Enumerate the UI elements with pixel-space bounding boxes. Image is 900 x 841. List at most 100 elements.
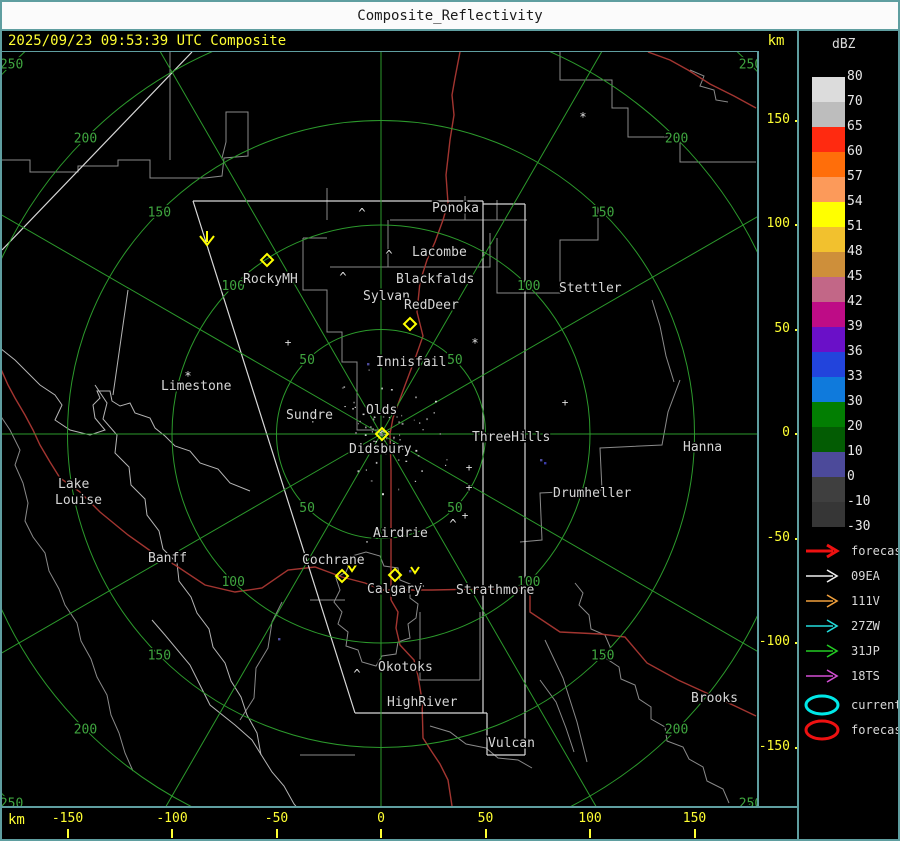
panel-divider: [797, 30, 799, 841]
ring-label-50: 50: [299, 501, 315, 516]
radar-site-diamond-icon: [402, 316, 418, 332]
county-boundaries: [2, 52, 756, 804]
city-label-sundre: Sundre: [286, 408, 333, 423]
legend-row-31JP-4: 31JP: [803, 639, 880, 663]
city-label-lacombe: Lacombe: [412, 245, 467, 260]
right-axis-label-100: 100: [766, 216, 790, 231]
ring-label-200: 200: [74, 131, 97, 146]
colorbar-box-39: [812, 327, 845, 352]
colorbar-box-0: [812, 477, 845, 502]
storm-arrow-icon: [199, 231, 215, 247]
radial-30deg: [380, 433, 757, 652]
town-marker: *: [579, 110, 586, 124]
bottom-axis-label--100: -100: [156, 811, 188, 826]
ring-label-150: 150: [591, 205, 614, 220]
right-axis-label--150: -150: [758, 738, 790, 754]
right-axis-label--100: -100: [758, 634, 790, 649]
colorbar-box-42: [812, 302, 845, 327]
colorbar-label-54: 54: [847, 194, 863, 209]
city-label-cochrane: Cochrane: [302, 553, 365, 568]
town-marker: +: [466, 481, 473, 494]
legend-row-forecast-7: forecast: [803, 718, 900, 742]
colorbar-box-30: [812, 402, 845, 427]
ring-label-50: 50: [447, 501, 463, 516]
town-marker: +: [285, 336, 292, 349]
legend-ellipse-icon: [804, 694, 840, 716]
window-border-top: [0, 0, 900, 2]
colorbar-label-39: 39: [847, 319, 863, 334]
colorbar-label-33: 33: [847, 369, 863, 384]
radar-map[interactable]: 50 50 50 50 100 100 100 100 150 150 150 150 200 200 20…: [2, 52, 757, 806]
legend-label: current: [851, 698, 900, 712]
legend-row-forecast-0: forecast: [803, 539, 900, 563]
colorbar-label-42: 42: [847, 294, 863, 309]
right-axis-label-0: 0: [782, 425, 790, 440]
legend-row-27ZW-3: 27ZW: [803, 614, 880, 638]
city-label-sylvan: Sylvan: [363, 289, 410, 304]
colorbar-box-54: [812, 202, 845, 227]
town-marker: ^: [449, 517, 456, 531]
city-label-rockymh: RockyMH: [243, 272, 298, 287]
legend-label: 18TS: [851, 669, 880, 683]
city-label-blackfalds: Blackfalds: [396, 272, 474, 287]
echo-dot: [409, 570, 412, 573]
colorbar-label-45: 45: [847, 269, 863, 284]
colorbar-box-48: [812, 252, 845, 277]
radial-240deg: [159, 52, 382, 435]
map-border-right: [757, 51, 759, 807]
bottom-axis-label-50: 50: [477, 811, 494, 826]
city-label-lake: Lake: [58, 477, 89, 492]
legend-label: forecast: [851, 544, 900, 558]
ring-label-50: 50: [447, 353, 463, 368]
colorbar-label-57: 57: [847, 169, 863, 184]
legend-label: 27ZW: [851, 619, 880, 633]
ring-label-50: 50: [299, 353, 315, 368]
right-axis-unit-label: km: [767, 33, 785, 49]
colorbar-box-20: [812, 427, 845, 452]
city-label-threehills: ThreeHills: [472, 430, 550, 445]
timestamp-label: 2025/09/23 09:53:39 UTC Composite: [8, 33, 287, 49]
colorbar-label--10: -10: [847, 494, 871, 509]
colorbar-label-30: 30: [847, 394, 863, 409]
colorbar-box-10: [812, 452, 845, 477]
city-label-calgary: Calgary: [367, 582, 422, 597]
bottom-axis-label-0: 0: [377, 811, 385, 826]
bottom-axis-label--150: -150: [51, 811, 84, 826]
city-label-strathmore: Strathmore: [456, 583, 534, 598]
bottom-axis-tick: [589, 829, 591, 838]
city-label-didsbury: Didsbury: [349, 442, 412, 457]
ring-label-150: 150: [148, 205, 171, 220]
title-bar: Composite_Reflectivity: [2, 2, 898, 29]
right-panel: dBZ 80 70 65 60 57 54 51 48 45 42 39 36 33 30 20 10 0 -10…: [799, 31, 900, 839]
colorbar-label-0: 0: [847, 469, 855, 484]
colorbar-label-10: 10: [847, 444, 863, 459]
colorbar-label-36: 36: [847, 344, 863, 359]
town-marker: +: [562, 396, 569, 409]
town-marker: ^: [339, 270, 346, 284]
colorbar-label-70: 70: [847, 94, 863, 109]
ring-label-100: 100: [221, 575, 244, 590]
ring-label-200: 200: [665, 131, 688, 146]
colorbar-label-51: 51: [847, 219, 863, 234]
bottom-axis-tick: [693, 829, 696, 838]
colorbar-label-bottom: -30: [847, 519, 871, 534]
colorbar-label-80: 80: [847, 69, 863, 84]
legend-arrow-icon: [806, 594, 839, 608]
legend-row-18TS-5: 18TS: [803, 664, 880, 688]
bottom-axis-label--50: -50: [264, 811, 289, 826]
legend-row-current-6: current: [803, 693, 900, 717]
legend-label: 111V: [851, 594, 880, 608]
city-label-brooks: Brooks: [691, 691, 738, 706]
city-label-okotoks: Okotoks: [378, 660, 433, 675]
legend-arrow-icon: [806, 644, 839, 658]
range-ring-200km: [2, 52, 757, 806]
city-label-olds: Olds: [366, 403, 397, 418]
right-axis-label--50: -50: [766, 529, 790, 545]
city-label-innisfail: Innisfail: [376, 355, 446, 370]
colorbar-title: dBZ: [832, 37, 856, 52]
colorbar-box-70: [812, 102, 845, 127]
colorbar-label-20: 20: [847, 419, 863, 434]
city-label-vulcan: Vulcan: [488, 736, 535, 751]
legend-arrow-icon: [806, 543, 840, 559]
legend-label: 09EA: [851, 569, 880, 583]
